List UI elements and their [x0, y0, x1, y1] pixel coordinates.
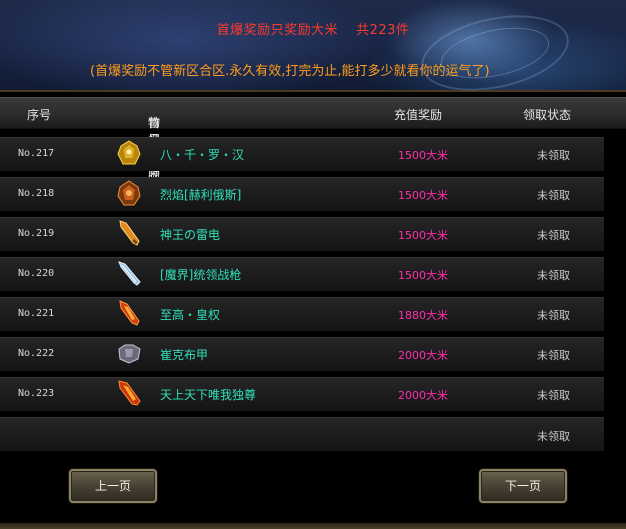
table-row: No.223 天上天下唯我独尊 2000大米 未领取: [0, 374, 626, 414]
claim-status[interactable]: 未领取: [537, 187, 570, 203]
claim-status[interactable]: 未领取: [537, 347, 570, 363]
charge-reward: 1500大米: [398, 229, 448, 242]
orange-blade-icon: [114, 218, 144, 248]
prev-page-button[interactable]: 上一页: [69, 469, 157, 503]
claim-status[interactable]: 未领取: [537, 227, 570, 243]
charge-reward: 2000大米: [398, 349, 448, 362]
banner-title: 首爆奖励只奖励大米 共223件: [0, 19, 626, 38]
table-row: No.220 [魔界]统领战枪 1500大米 未领取: [0, 254, 626, 294]
row-background: [0, 297, 604, 331]
table-row: No.217 八・千・罗・汉 1500大米 未领取: [0, 134, 626, 174]
item-name: 八・千・罗・汉: [160, 148, 245, 162]
row-number: No.223: [18, 388, 55, 399]
row-background: [0, 257, 604, 291]
claim-status[interactable]: 未领取: [537, 147, 570, 163]
row-background: [0, 337, 604, 371]
item-name: 神王の雷电: [160, 228, 221, 242]
row-number: No.218: [18, 188, 55, 199]
claim-status[interactable]: 未领取: [537, 267, 570, 283]
row-number: No.220: [18, 268, 55, 279]
bottom-border: [0, 523, 626, 529]
claim-status[interactable]: 未领取: [537, 387, 570, 403]
row-number: No.217: [18, 148, 55, 159]
row-background: [0, 177, 604, 211]
charge-reward: 1500大米: [398, 269, 448, 282]
reward-list: No.217 八・千・罗・汉 1500大米 未领取 No.218 烈焰[赫利俄斯…: [0, 134, 626, 454]
claim-status[interactable]: 未领取: [537, 307, 570, 323]
column-header-no: 序号: [27, 108, 52, 122]
next-page-button[interactable]: 下一页: [479, 469, 567, 503]
table-header: 序号 首爆奖励物品列表 充值奖励 领取状态: [0, 97, 626, 181]
table-row: No.221 至高・皇权 1880大米 未领取: [0, 294, 626, 334]
charge-reward: 1500大米: [398, 149, 448, 162]
table-row: No.222 崔克布甲 2000大米 未领取: [0, 334, 626, 374]
flame-armor-icon: [114, 178, 144, 208]
banner-title-text: 首爆奖励只奖励大米: [216, 23, 339, 38]
item-name: 烈焰[赫利俄斯]: [160, 188, 242, 202]
banner-item-count: 共223件: [356, 23, 410, 38]
table-row: 未领取: [0, 414, 626, 454]
charge-reward: 1500大米: [398, 189, 448, 202]
charge-reward: 2000大米: [398, 389, 448, 402]
fire-blade-icon: [114, 378, 144, 408]
row-number: No.222: [18, 348, 55, 359]
item-name: 崔克布甲: [160, 348, 209, 362]
banner-subtitle: (首爆奖励不管新区合区.永久有效,打完为止,能打多少就看你的运气了): [90, 64, 490, 79]
table-row: No.218 烈焰[赫利俄斯] 1500大米 未领取: [0, 174, 626, 214]
row-background: [0, 217, 604, 251]
item-name: [魔界]统领战枪: [160, 268, 242, 282]
gold-armor-icon: [114, 138, 144, 168]
fire-blade-icon: [114, 298, 144, 328]
claim-status[interactable]: 未领取: [537, 428, 570, 444]
charge-reward: 1880大米: [398, 309, 448, 322]
ice-blade-icon: [114, 258, 144, 288]
item-name: 至高・皇权: [160, 308, 221, 322]
row-background: [0, 137, 604, 171]
column-header-status: 领取状态: [523, 108, 572, 122]
row-number: No.219: [18, 228, 55, 239]
row-number: No.221: [18, 308, 55, 319]
table-row: No.219 神王の雷电 1500大米 未领取: [0, 214, 626, 254]
silver-armor-icon: [114, 338, 144, 368]
row-background: [0, 377, 604, 411]
row-background: [0, 417, 604, 451]
column-header-charge: 充值奖励: [394, 108, 443, 122]
item-name: 天上天下唯我独尊: [160, 388, 257, 402]
top-banner: 首爆奖励只奖励大米 共223件 (首爆奖励不管新区合区.永久有效,打完为止,能打多…: [0, 0, 626, 103]
